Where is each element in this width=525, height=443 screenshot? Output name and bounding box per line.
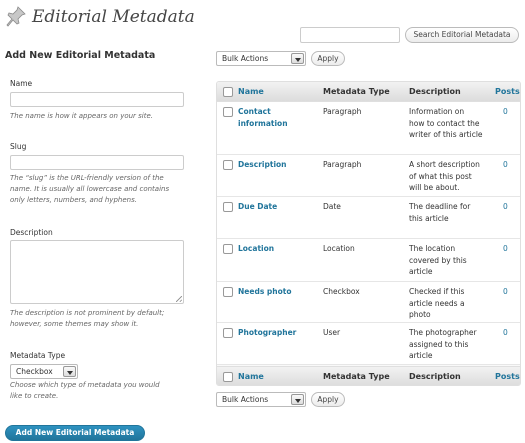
- metadata-description: The photographer assigned to this article: [409, 328, 477, 360]
- row-checkbox[interactable]: [223, 202, 233, 212]
- bulk-actions-value: Bulk Actions: [222, 54, 269, 63]
- metadata-name-link[interactable]: Due Date: [238, 201, 277, 213]
- column-posts[interactable]: Posts: [495, 82, 520, 102]
- column-description: Description: [409, 87, 461, 96]
- description-textarea[interactable]: [10, 240, 184, 304]
- metadata-type: Location: [323, 244, 355, 253]
- chevron-down-icon: [63, 366, 76, 377]
- slug-help: The “slug” is the URL-friendly version o…: [10, 174, 170, 204]
- posts-count[interactable]: 0: [503, 243, 508, 255]
- metadata-description: A short description of what this post will…: [409, 160, 480, 192]
- metadata-description: The location covered by this article: [409, 244, 467, 276]
- slug-label: Slug: [10, 142, 27, 151]
- page-header: Editorial Metadata: [6, 4, 195, 30]
- metadata-description: The deadline for this article: [409, 202, 471, 223]
- type-label: Metadata Type: [10, 351, 66, 360]
- add-metadata-button[interactable]: Add New Editorial Metadata: [5, 425, 145, 441]
- name-field[interactable]: [10, 92, 184, 107]
- select-all-checkbox[interactable]: [223, 87, 233, 97]
- table-row: Needs photo Checkbox Checked if this arti…: [217, 282, 520, 323]
- apply-button-top[interactable]: Apply: [311, 51, 345, 66]
- column-name[interactable]: Name: [238, 367, 264, 385]
- table-header: Name Metadata Type Description Posts: [217, 82, 520, 102]
- row-checkbox[interactable]: [223, 328, 233, 338]
- search-button[interactable]: Search Editorial Metadata: [405, 27, 519, 43]
- metadata-description: Checked if this article needs a photo: [409, 287, 465, 319]
- chevron-down-icon: [291, 394, 304, 405]
- metadata-name-link[interactable]: Contact information: [238, 106, 288, 129]
- metadata-type: Checkbox: [323, 287, 360, 296]
- row-checkbox[interactable]: [223, 287, 233, 297]
- row-checkbox[interactable]: [223, 107, 233, 117]
- row-checkbox[interactable]: [223, 160, 233, 170]
- table-row: Photographer User The photographer assign…: [217, 323, 520, 365]
- bulk-actions-select-top[interactable]: Bulk Actions: [216, 51, 306, 66]
- metadata-name-link[interactable]: Location: [238, 243, 274, 255]
- table-row: Contact information Paragraph Information…: [217, 102, 520, 155]
- posts-count[interactable]: 0: [503, 327, 508, 339]
- page-title: Editorial Metadata: [32, 7, 195, 27]
- type-help: Choose which type of metadata you would …: [10, 381, 160, 400]
- row-checkbox[interactable]: [223, 244, 233, 254]
- metadata-name-link[interactable]: Photographer: [238, 327, 296, 339]
- metadata-type-value: Checkbox: [16, 367, 53, 376]
- column-type: Metadata Type: [323, 372, 390, 381]
- metadata-type: Paragraph: [323, 107, 362, 116]
- metadata-type: Date: [323, 202, 341, 211]
- posts-count[interactable]: 0: [503, 159, 508, 171]
- column-name[interactable]: Name: [238, 82, 264, 102]
- posts-count[interactable]: 0: [503, 286, 508, 298]
- metadata-description: Information on how to contact the writer o…: [409, 107, 483, 139]
- metadata-name-link[interactable]: Needs photo: [238, 286, 292, 298]
- metadata-type: User: [323, 328, 341, 337]
- column-posts[interactable]: Posts: [495, 367, 520, 385]
- metadata-type-select[interactable]: Checkbox: [10, 364, 78, 379]
- description-help: The description is not prominent by defa…: [10, 309, 165, 328]
- table-row: Due Date Date The deadline for this artic…: [217, 197, 520, 239]
- name-label: Name: [10, 79, 33, 88]
- metadata-name-link[interactable]: Description: [238, 159, 287, 171]
- form-heading: Add New Editorial Metadata: [5, 50, 156, 61]
- bulk-actions-select-bottom[interactable]: Bulk Actions: [216, 392, 306, 407]
- resize-handle-icon[interactable]: [176, 296, 182, 302]
- apply-button-bottom[interactable]: Apply: [311, 392, 345, 407]
- posts-count[interactable]: 0: [503, 201, 508, 213]
- add-metadata-form: Add New Editorial Metadata: [5, 50, 195, 61]
- metadata-table: Name Metadata Type Description Posts Con…: [216, 81, 521, 386]
- table-row: Location Location The location covered by…: [217, 239, 520, 282]
- chevron-down-icon: [291, 53, 304, 64]
- table-row: Description Paragraph A short descriptio…: [217, 155, 520, 197]
- select-all-checkbox[interactable]: [223, 372, 233, 382]
- search-input[interactable]: [300, 27, 400, 43]
- name-help: The name is how it appears on your site.: [10, 112, 154, 120]
- bulk-actions-value: Bulk Actions: [222, 395, 269, 404]
- table-footer: Name Metadata Type Description Posts: [217, 366, 520, 385]
- metadata-type: Paragraph: [323, 160, 362, 169]
- slug-field[interactable]: [10, 155, 184, 170]
- description-label: Description: [10, 228, 53, 237]
- posts-count[interactable]: 0: [503, 106, 508, 118]
- column-type: Metadata Type: [323, 87, 390, 96]
- pin-icon: [6, 6, 26, 27]
- column-description: Description: [409, 372, 461, 381]
